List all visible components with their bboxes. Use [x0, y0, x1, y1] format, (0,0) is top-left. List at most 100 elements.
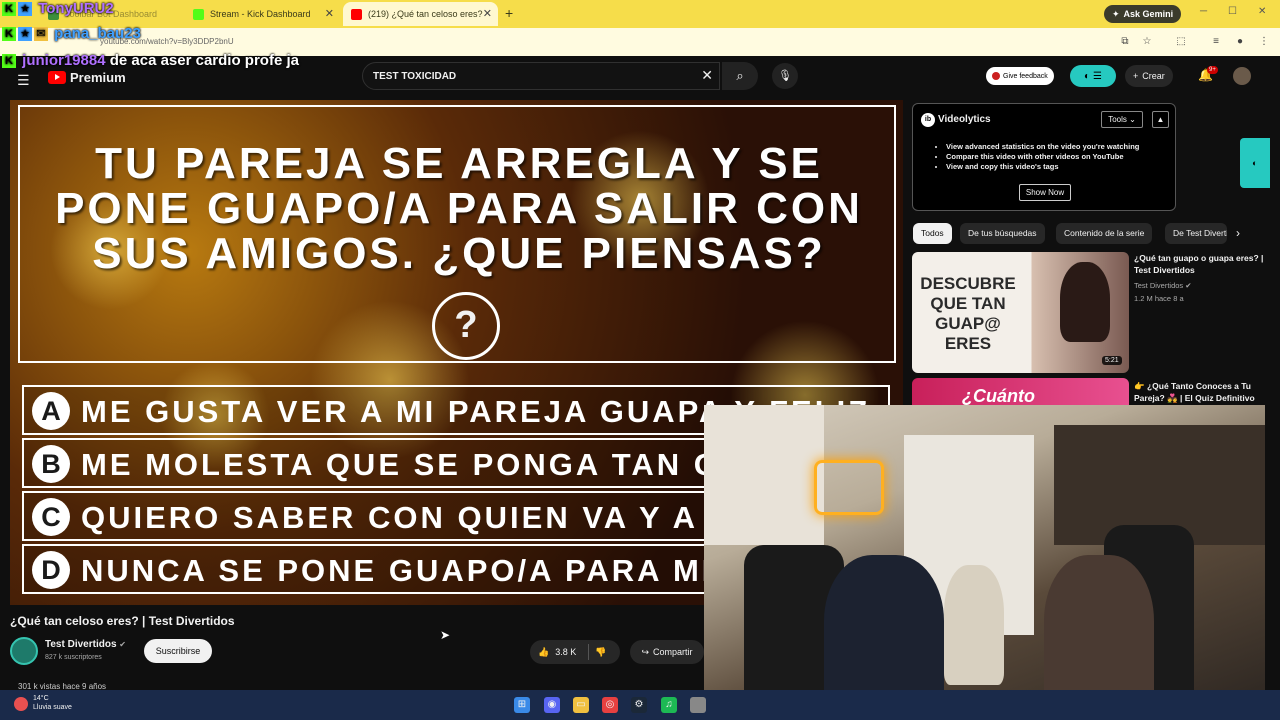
chevron-right-icon[interactable]: › — [1236, 226, 1240, 240]
user-avatar[interactable] — [1233, 67, 1251, 85]
maximize-icon[interactable]: ☐ — [1228, 6, 1237, 17]
youtube-play-icon — [48, 71, 66, 84]
tools-label: Tools — [1108, 115, 1127, 124]
option-letter: C — [32, 498, 70, 536]
start-menu-icon[interactable]: ⊞ — [514, 697, 530, 713]
clear-search-icon[interactable]: ✕ — [701, 67, 713, 84]
thumbnail-text: ¿Cuánto — [962, 386, 1035, 406]
subscriber-count: 827 k suscriptores — [45, 654, 102, 661]
tab-label: Stream - Kick Dashboard — [210, 9, 311, 19]
weather-temp: 14°C — [33, 695, 49, 702]
voice-search-button[interactable]: 🎙 — [772, 63, 798, 89]
browser-tab-bar: Toolbar Bot Dashboard Stream - Kick Dash… — [0, 0, 1280, 28]
discord-icon[interactable]: ◉ — [544, 697, 560, 713]
weather-widget[interactable]: 14°C Lluvia suave — [33, 694, 72, 712]
verified-icon: ✔ — [1185, 281, 1192, 290]
search-button[interactable]: ⌕ — [722, 62, 758, 90]
youtube-logo[interactable]: Premium — [48, 70, 126, 85]
question-text: TU PAREJA SE ARREGLA Y SE PONE GUAPO/A P… — [55, 139, 863, 278]
videolytics-panel: ib Videolytics Tools ⌄ ▲ View advanced s… — [912, 103, 1176, 211]
related-thumbnail[interactable]: ¿Cuánto — [912, 378, 1129, 408]
thumbs-down-icon[interactable]: 👎 — [595, 647, 606, 658]
neon-sign-icon — [814, 460, 884, 515]
chrome-icon[interactable]: ◎ — [602, 697, 618, 713]
bookmark-star-icon[interactable]: ☆ — [1141, 36, 1153, 48]
app-icon[interactable] — [690, 697, 706, 713]
chat-text: de aca aser cardio profe ja — [109, 52, 299, 69]
feedback-label: Give feedback — [1003, 72, 1048, 80]
chevron-down-icon: ⌄ — [1129, 115, 1136, 124]
channel-name-text: Test Divertidos — [45, 639, 117, 650]
tools-dropdown[interactable]: Tools ⌄ — [1101, 111, 1143, 128]
youtube-favicon-icon — [351, 8, 362, 20]
weather-icon — [14, 697, 28, 711]
kick-badge-icon: K — [2, 2, 16, 17]
chat-username: TonyURU2 — [38, 0, 114, 17]
media-icon[interactable]: ≡ — [1210, 36, 1222, 48]
gift-badge-icon: ✉ — [34, 27, 48, 42]
channel-avatar[interactable] — [10, 637, 38, 665]
question-mark-icon: ? — [432, 292, 500, 360]
tab-youtube[interactable]: (219) ¿Qué tan celoso eres? | Te ✕ — [343, 2, 498, 26]
like-button[interactable]: 👍 3.8 K 👎 — [530, 640, 620, 664]
plus-icon: + — [1133, 71, 1139, 81]
profile-icon[interactable]: ● — [1234, 36, 1246, 48]
close-window-icon[interactable]: ✕ — [1258, 6, 1266, 17]
video-title: ¿Qué tan celoso eres? | Test Divertidos — [10, 614, 235, 628]
close-tab-icon[interactable]: ✕ — [325, 7, 334, 20]
file-explorer-icon[interactable]: ▭ — [573, 697, 589, 713]
cast-icon[interactable]: ⧉ — [1119, 36, 1131, 48]
feature-list: View advanced statistics on the video yo… — [946, 142, 1139, 172]
chat-message: K junior19884 de aca aser cardio profe j… — [2, 52, 299, 69]
collapse-panel-button[interactable]: ▲ — [1152, 111, 1169, 128]
steam-icon[interactable]: ⚙ — [631, 697, 647, 713]
related-title[interactable]: 👉 ¿Qué Tanto Conoces a Tu Pareja? 💑 | El… — [1134, 380, 1264, 404]
tab-kick-dashboard[interactable]: Stream - Kick Dashboard ✕ — [185, 2, 340, 26]
browser-menu-icon[interactable]: ⋮ — [1258, 36, 1270, 48]
search-input[interactable]: TEST TOXICIDAD ✕ — [362, 62, 720, 90]
thumbs-up-icon: 👍 — [538, 646, 550, 657]
kick-favicon-icon — [193, 8, 204, 20]
videolytics-side-tab[interactable]: ◐ — [1240, 138, 1270, 188]
subscribe-button[interactable]: Suscribirse — [144, 639, 212, 663]
chip-test-divertidos[interactable]: De Test Divertidos — [1165, 223, 1227, 244]
ask-gemini-label: Ask Gemini — [1123, 9, 1174, 19]
mouse-cursor-icon: ➤ — [440, 628, 451, 642]
videolytics-icon: ◐ — [1083, 70, 1091, 82]
divider — [588, 644, 590, 660]
ask-gemini-button[interactable]: ✦ Ask Gemini — [1104, 5, 1182, 23]
related-thumbnail[interactable]: DESCUBRE QUE TAN GUAP@ ERES — [912, 252, 1129, 373]
videolytics-logo-icon: ib — [921, 113, 935, 127]
chip-todos[interactable]: Todos — [913, 223, 952, 244]
related-title[interactable]: ¿Qué tan guapo o guapa eres? | Test Dive… — [1134, 252, 1264, 276]
create-button[interactable]: + Crear — [1125, 65, 1173, 87]
webcam-wall — [704, 405, 824, 545]
share-button[interactable]: ↪ Compartir — [630, 640, 704, 664]
verified-icon: ✔ — [119, 640, 126, 649]
videolytics-icon: ◐ — [1252, 158, 1258, 168]
give-feedback-button[interactable]: Give feedback — [986, 67, 1054, 85]
hamburger-menu-icon[interactable]: ☰ — [17, 72, 30, 89]
channel-name[interactable]: Test Divertidos ✔ — [45, 639, 126, 650]
new-tab-button[interactable]: + — [505, 5, 513, 21]
webcam-overlay — [704, 405, 1265, 720]
share-label: Compartir — [653, 647, 693, 657]
minimize-icon[interactable]: ─ — [1200, 6, 1207, 17]
weather-desc: Lluvia suave — [33, 704, 72, 711]
show-now-button[interactable]: Show Now — [1019, 184, 1071, 201]
kick-badge-icon: K — [2, 27, 16, 42]
spotify-icon[interactable]: ♫ — [661, 697, 677, 713]
option-letter: D — [32, 551, 70, 589]
chip-contenido-serie[interactable]: Contenido de la serie — [1056, 223, 1153, 244]
chat-message: K ★ TonyURU2 — [2, 0, 114, 17]
chip-busquedas[interactable]: De tus búsquedas — [960, 223, 1045, 244]
chevron-up-icon: ▲ — [1156, 115, 1165, 124]
close-tab-icon[interactable]: ✕ — [483, 7, 492, 20]
question-frame: TU PAREJA SE ARREGLA Y SE PONE GUAPO/A P… — [18, 105, 896, 363]
extensions-icon[interactable]: ⬚ — [1175, 36, 1187, 48]
share-icon: ↪ — [641, 646, 650, 657]
tab-label: (219) ¿Qué tan celoso eres? | Te — [368, 9, 483, 19]
microphone-icon: 🎙 — [778, 70, 792, 82]
videolytics-toggle-button[interactable]: ◐ ☰ — [1070, 65, 1116, 87]
thumbnail-person — [1060, 262, 1110, 342]
